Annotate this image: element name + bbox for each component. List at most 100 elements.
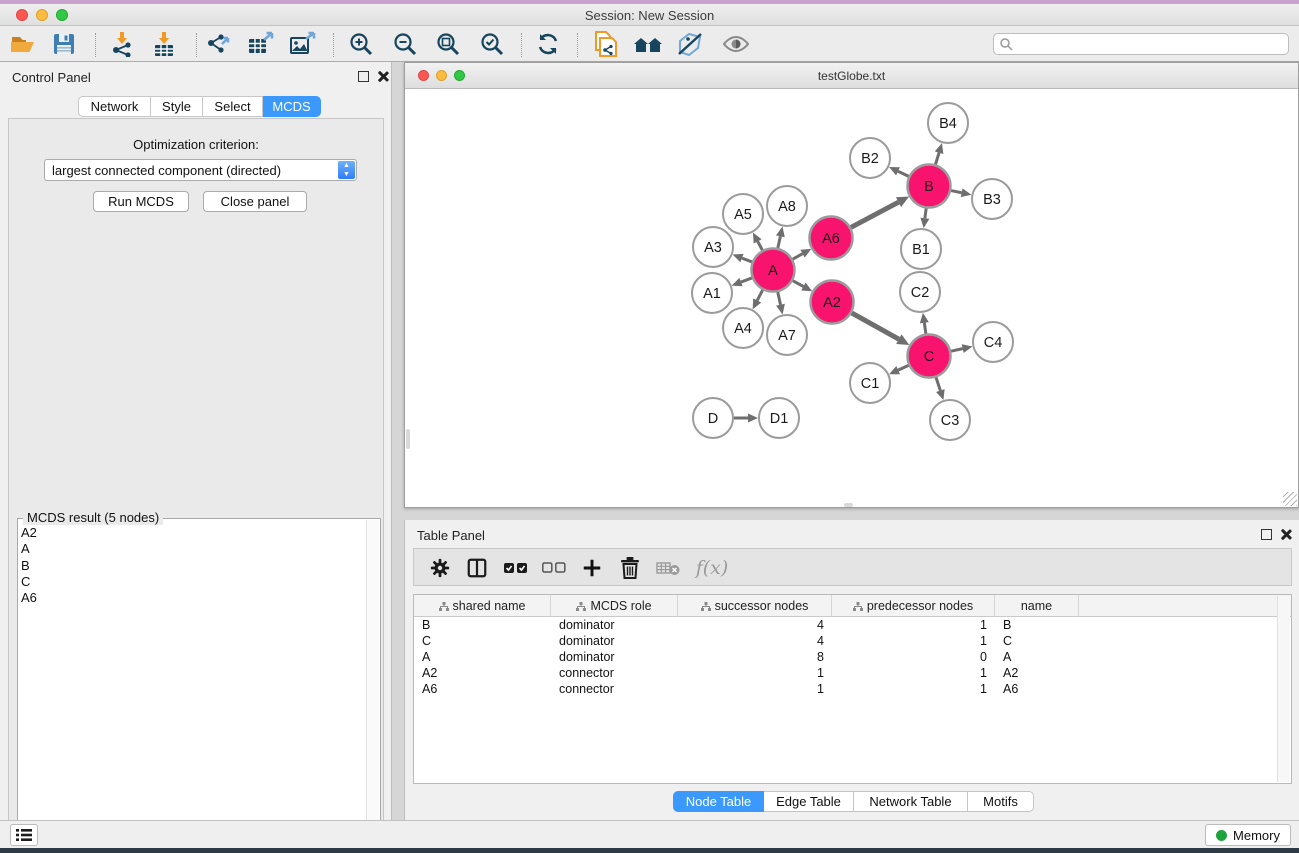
tab-style[interactable]: Style <box>151 96 203 117</box>
search-input[interactable] <box>1013 37 1288 51</box>
graph-node-B3[interactable]: B3 <box>972 179 1012 219</box>
edge-C-C3[interactable] <box>936 377 940 390</box>
graph-node-A[interactable]: A <box>752 249 795 292</box>
float-panel-icon[interactable] <box>358 71 369 82</box>
table-cell[interactable]: dominator <box>551 617 678 633</box>
mcds-result-item[interactable]: B <box>21 558 37 574</box>
edge-A-A6[interactable] <box>793 254 803 259</box>
table-cell[interactable]: 8 <box>678 649 832 665</box>
table-cell[interactable]: A <box>995 649 1079 665</box>
tab-network[interactable]: Network <box>78 96 151 117</box>
edge-A-A1[interactable] <box>741 278 752 282</box>
search-field[interactable] <box>993 33 1289 55</box>
task-history-button[interactable] <box>10 824 38 846</box>
table-cell[interactable]: C <box>414 633 551 649</box>
edge-C-C2[interactable] <box>924 323 926 334</box>
table-cell[interactable]: 1 <box>678 681 832 697</box>
table-scrollbar[interactable] <box>1277 596 1290 782</box>
table-cell[interactable]: A6 <box>414 681 551 697</box>
graph-node-A1[interactable]: A1 <box>692 273 732 313</box>
graph-node-A6[interactable]: A6 <box>810 217 853 260</box>
column-header-shared-name[interactable]: shared name <box>414 595 551 617</box>
deselect-all-checkboxes-icon[interactable] <box>538 553 570 583</box>
table-cell[interactable]: dominator <box>551 649 678 665</box>
share-document-icon[interactable] <box>588 29 622 59</box>
show-column-icon[interactable] <box>461 553 493 583</box>
edge-A-A8[interactable] <box>778 236 781 248</box>
criterion-dropdown[interactable]: largest connected component (directed) ▲… <box>44 159 357 181</box>
refresh-layout-icon[interactable] <box>531 29 565 59</box>
tab-select[interactable]: Select <box>203 96 263 117</box>
mcds-result-list[interactable]: A2ABCA6 <box>21 525 37 606</box>
edge-B-B3[interactable] <box>951 191 962 193</box>
table-cell[interactable]: A6 <box>995 681 1079 697</box>
graph-node-B[interactable]: B <box>908 165 951 208</box>
table-cell[interactable]: 1 <box>832 633 995 649</box>
table-row[interactable]: A6connector11A6 <box>414 681 1291 697</box>
table-cell[interactable]: 1 <box>678 665 832 681</box>
graph-node-C[interactable]: C <box>908 335 951 378</box>
network-canvas[interactable]: B4B2BB3A8A5A6B1A3AA1C2A2A4A7C4CC1C3DD1 <box>406 89 1297 507</box>
zoom-in-icon[interactable] <box>344 29 378 59</box>
import-network-icon[interactable] <box>105 29 139 59</box>
table-cell[interactable]: B <box>414 617 551 633</box>
graph-node-A4[interactable]: A4 <box>723 308 763 348</box>
graph-node-A5[interactable]: A5 <box>723 194 763 234</box>
tab-mcds[interactable]: MCDS <box>263 96 321 117</box>
table-row[interactable]: Bdominator41B <box>414 617 1291 633</box>
table-cell[interactable]: A <box>414 649 551 665</box>
graph-node-A7[interactable]: A7 <box>767 315 807 355</box>
edge-B-B2[interactable] <box>898 171 909 176</box>
column-header-MCDS-role[interactable]: MCDS role <box>551 595 678 617</box>
table-cell[interactable]: B <box>995 617 1079 633</box>
table-options-gear-icon[interactable] <box>424 553 456 583</box>
edge-A6-B[interactable] <box>851 202 899 227</box>
zoom-fit-icon[interactable] <box>431 29 465 59</box>
table-cell[interactable]: 1 <box>832 681 995 697</box>
zoom-out-icon[interactable] <box>388 29 422 59</box>
network-vertical-scroll-thumb[interactable] <box>406 429 410 449</box>
show-graphics-details-icon[interactable] <box>719 29 753 59</box>
table-cell[interactable]: dominator <box>551 633 678 649</box>
graph-node-C1[interactable]: C1 <box>850 363 890 403</box>
table-row[interactable]: Cdominator41C <box>414 633 1291 649</box>
network-window-titlebar[interactable]: testGlobe.txt <box>405 63 1298 89</box>
edge-B-B1[interactable] <box>925 208 926 218</box>
open-session-icon[interactable] <box>6 29 40 59</box>
edge-A-A3[interactable] <box>742 258 752 262</box>
tab-node-table[interactable]: Node Table <box>673 791 764 812</box>
mcds-result-item[interactable]: A2 <box>21 525 37 541</box>
column-header-successor-nodes[interactable]: successor nodes <box>678 595 832 617</box>
run-mcds-button[interactable]: Run MCDS <box>93 191 189 212</box>
add-column-icon[interactable] <box>576 553 608 583</box>
graph-node-C4[interactable]: C4 <box>973 322 1013 362</box>
table-row[interactable]: A2connector11A2 <box>414 665 1291 681</box>
graph-node-A2[interactable]: A2 <box>811 281 854 324</box>
table-cell[interactable]: 0 <box>832 649 995 665</box>
graph-node-B4[interactable]: B4 <box>928 103 968 143</box>
table-cell[interactable]: A2 <box>414 665 551 681</box>
result-scrollbar[interactable] <box>366 520 379 853</box>
column-header-predecessor-nodes[interactable]: predecessor nodes <box>832 595 995 617</box>
export-network-icon[interactable] <box>202 29 236 59</box>
graph-node-A3[interactable]: A3 <box>693 227 733 267</box>
table-cell[interactable]: 4 <box>678 633 832 649</box>
table-cell[interactable]: 1 <box>832 665 995 681</box>
tab-edge-table[interactable]: Edge Table <box>764 791 854 812</box>
graph-node-C2[interactable]: C2 <box>900 272 940 312</box>
tab-motifs[interactable]: Motifs <box>968 791 1034 812</box>
edge-A-A5[interactable] <box>758 241 763 250</box>
edge-C-C4[interactable] <box>951 349 963 352</box>
column-header-name[interactable]: name <box>995 595 1079 617</box>
mcds-result-item[interactable]: A <box>21 541 37 557</box>
export-table-icon[interactable] <box>244 29 278 59</box>
import-table-icon[interactable] <box>147 29 181 59</box>
tab-network-table[interactable]: Network Table <box>854 791 968 812</box>
graph-node-A8[interactable]: A8 <box>767 186 807 226</box>
close-panel-button[interactable]: Close panel <box>203 191 307 212</box>
close-panel-icon[interactable] <box>376 70 389 83</box>
graph-node-D1[interactable]: D1 <box>759 398 799 438</box>
mcds-result-item[interactable]: A6 <box>21 590 37 606</box>
table-cell[interactable]: connector <box>551 665 678 681</box>
export-image-icon[interactable] <box>286 29 320 59</box>
